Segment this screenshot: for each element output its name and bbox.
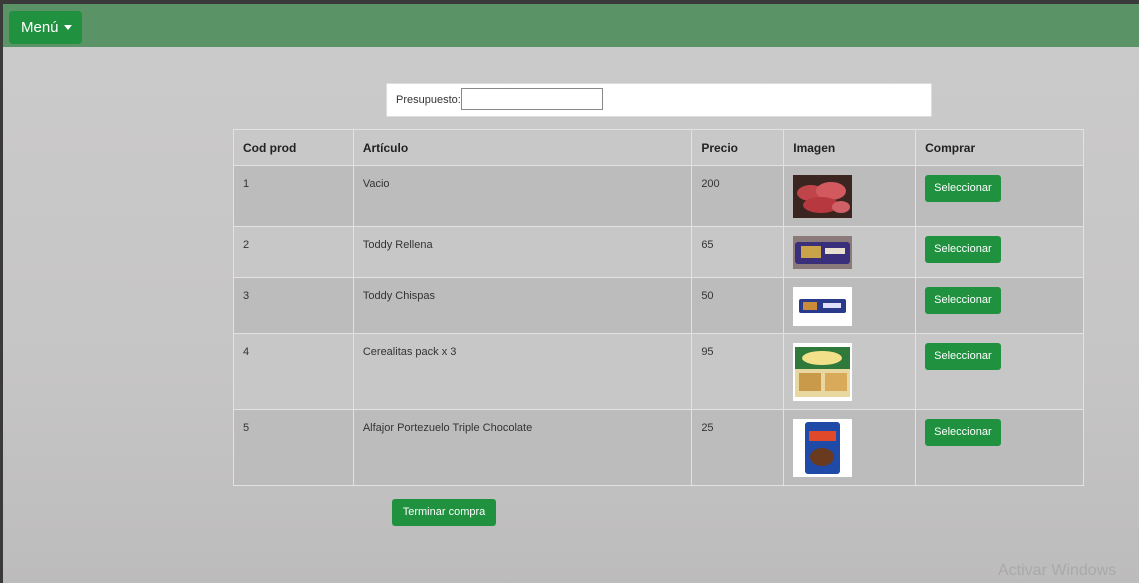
- finish-purchase-button[interactable]: Terminar compra: [392, 499, 496, 526]
- header-comprar: Comprar: [915, 129, 1084, 166]
- menu-label: Menú: [21, 19, 59, 36]
- cell-comprar: Seleccionar: [915, 277, 1084, 334]
- cell-precio: 95: [691, 333, 785, 410]
- cell-imagen: [783, 409, 917, 486]
- cell-imagen: [783, 333, 917, 410]
- select-button[interactable]: Seleccionar: [925, 236, 1001, 263]
- navbar: Menú: [3, 4, 1139, 47]
- header-imagen: Imagen: [783, 129, 917, 166]
- cell-articulo: Alfajor Portezuelo Triple Chocolate: [352, 409, 693, 486]
- cell-articulo: Cerealitas pack x 3: [352, 333, 693, 410]
- budget-input[interactable]: [461, 88, 603, 110]
- cell-imagen: [783, 226, 917, 278]
- cell-comprar: Seleccionar: [915, 226, 1084, 278]
- table-row: 2 Toddy Rellena 65 Seleccionar: [233, 226, 1084, 278]
- cell-articulo: Vacio: [352, 165, 693, 227]
- table-row: 1 Vacio 200 Seleccionar: [233, 165, 1084, 227]
- cell-precio: 50: [691, 277, 785, 334]
- menu-dropdown-button[interactable]: Menú: [9, 11, 82, 44]
- cell-cod: 1: [233, 165, 354, 227]
- cell-cod: 3: [233, 277, 354, 334]
- select-button[interactable]: Seleccionar: [925, 419, 1001, 446]
- cookie-pack-image: [793, 236, 853, 269]
- table-row: 4 Cerealitas pack x 3 95 Seleccionar: [233, 333, 1084, 410]
- meat-image: [793, 175, 853, 218]
- cell-comprar: Seleccionar: [915, 165, 1084, 227]
- cell-cod: 4: [233, 333, 354, 410]
- products-table: Cod prod Artículo Precio Imagen Comprar …: [233, 129, 1084, 486]
- cell-precio: 25: [691, 409, 785, 486]
- cell-comprar: Seleccionar: [915, 409, 1084, 486]
- header-articulo: Artículo: [352, 129, 693, 166]
- budget-panel: Presupuesto:: [386, 83, 932, 117]
- cell-precio: 65: [691, 226, 785, 278]
- table-header-row: Cod prod Artículo Precio Imagen Comprar: [233, 129, 1084, 166]
- cell-cod: 2: [233, 226, 354, 278]
- budget-label: Presupuesto:: [396, 94, 461, 106]
- select-button[interactable]: Seleccionar: [925, 287, 1001, 314]
- select-button[interactable]: Seleccionar: [925, 343, 1001, 370]
- cell-articulo: Toddy Rellena: [352, 226, 693, 278]
- cell-imagen: [783, 165, 917, 227]
- header-cod-prod: Cod prod: [233, 129, 354, 166]
- cell-articulo: Toddy Chispas: [352, 277, 693, 334]
- table-row: 3 Toddy Chispas 50 Seleccionar: [233, 277, 1084, 334]
- caret-down-icon: [64, 25, 72, 30]
- cookie-pack-image: [793, 287, 853, 326]
- header-precio: Precio: [691, 129, 785, 166]
- table-row: 5 Alfajor Portezuelo Triple Chocolate 25…: [233, 409, 1084, 486]
- cell-cod: 5: [233, 409, 354, 486]
- cell-comprar: Seleccionar: [915, 333, 1084, 410]
- alfajor-image: [793, 419, 853, 477]
- select-button[interactable]: Seleccionar: [925, 175, 1001, 202]
- cracker-box-image: [793, 343, 853, 401]
- cell-precio: 200: [691, 165, 785, 227]
- cell-imagen: [783, 277, 917, 334]
- activation-watermark: Activar Windows: [998, 562, 1117, 579]
